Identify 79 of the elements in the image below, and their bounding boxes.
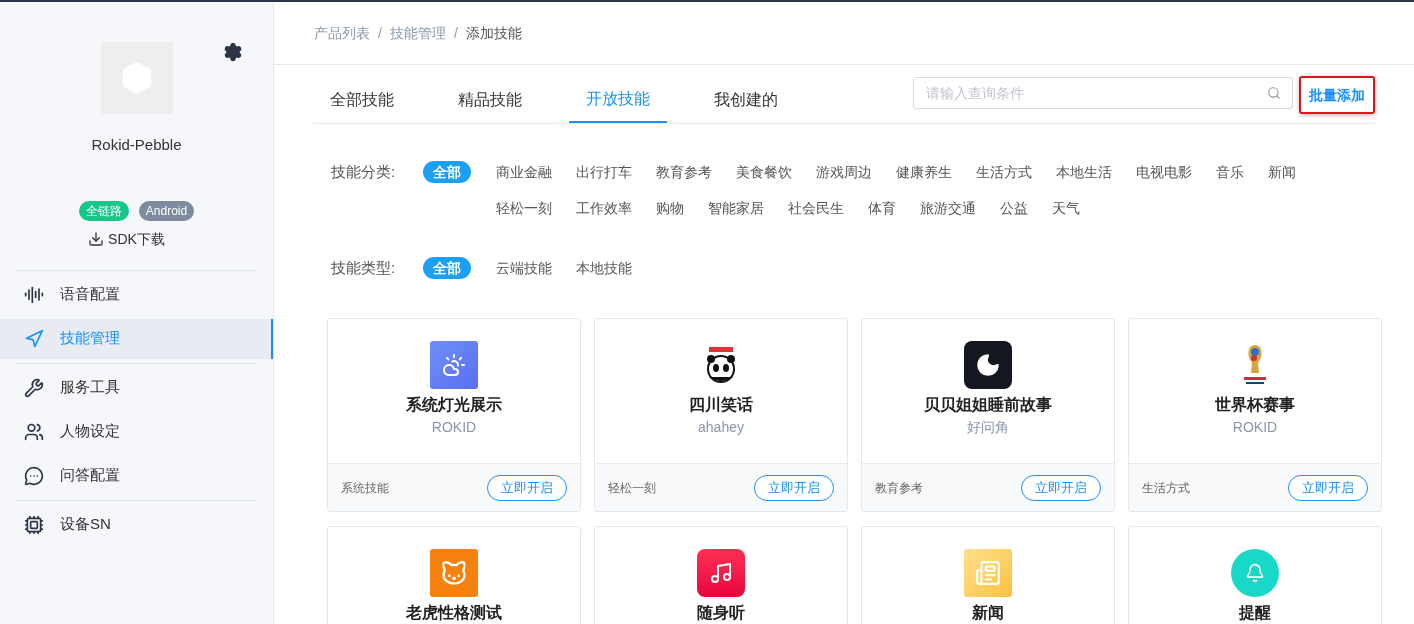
cloud-sun-icon xyxy=(430,341,478,389)
skill-title: 贝贝姐姐睡前故事 xyxy=(924,395,1052,415)
filter-label: 技能分类: xyxy=(331,162,397,182)
filter-option[interactable]: 购物 xyxy=(646,197,694,219)
sidebar-nav-item[interactable]: 设备SN xyxy=(0,504,273,545)
skill-title: 世界杯赛事 xyxy=(1215,395,1295,415)
skill-category: 生活方式 xyxy=(1142,479,1190,497)
skill-category: 教育参考 xyxy=(875,479,923,497)
music-note-icon xyxy=(697,549,745,597)
search-field[interactable]: 请输入查询条件 xyxy=(913,77,1293,109)
tab[interactable]: 我创建的 xyxy=(697,77,795,123)
skill-title: 新闻 xyxy=(972,603,1004,623)
skill-card[interactable]: 四川笑话 ahahey 轻松一刻 立即开启 xyxy=(594,318,848,512)
filter-option[interactable]: 新闻 xyxy=(1258,161,1306,183)
people-icon xyxy=(24,421,44,442)
product-name: Rokid-Pebble xyxy=(91,135,182,155)
skill-title: 随身听 xyxy=(697,603,745,623)
skill-title: 四川笑话 xyxy=(689,395,753,415)
skill-card[interactable]: 贝贝姐姐睡前故事 好问角 教育参考 立即开启 xyxy=(861,318,1115,512)
tab[interactable]: 全部技能 xyxy=(313,77,411,123)
skill-category: 系统技能 xyxy=(341,479,389,497)
skill-card[interactable]: 随身听 xyxy=(594,526,848,624)
skill-title: 提醒 xyxy=(1239,603,1271,623)
filter-option[interactable]: 公益 xyxy=(990,197,1038,219)
filter-option[interactable]: 本地生活 xyxy=(1046,161,1122,183)
tab[interactable]: 精品技能 xyxy=(441,77,539,123)
bell-icon xyxy=(1231,549,1279,597)
sidebar-nav-item[interactable]: 语音配置 xyxy=(0,274,273,315)
skill-card[interactable]: 系统灯光展示 ROKID 系统技能 立即开启 xyxy=(327,318,581,512)
platform-badge: 全链路 xyxy=(78,200,129,221)
skill-card[interactable]: 新闻 xyxy=(861,526,1115,624)
skill-category: 轻松一刻 xyxy=(608,479,656,497)
filter-option[interactable]: 社会民生 xyxy=(778,197,854,219)
filter-option[interactable]: 旅游交通 xyxy=(910,197,986,219)
settings-icon[interactable] xyxy=(223,42,243,62)
waveform-icon xyxy=(24,284,44,305)
skill-card[interactable]: 老虎性格测试 xyxy=(327,526,581,624)
chip-icon xyxy=(24,514,44,535)
download-icon xyxy=(88,231,105,247)
filter-option[interactable]: 本地技能 xyxy=(566,257,642,279)
search-icon xyxy=(1267,86,1281,100)
newspaper-icon xyxy=(964,549,1012,597)
filter-option[interactable]: 云端技能 xyxy=(486,257,562,279)
breadcrumb-separator: / xyxy=(453,23,458,43)
filter-option[interactable]: 健康养生 xyxy=(886,161,962,183)
breadcrumb-item: 添加技能 xyxy=(465,23,522,43)
filter-option[interactable]: 工作效率 xyxy=(566,197,642,219)
filter-option[interactable]: 天气 xyxy=(1042,197,1090,219)
filter-option[interactable]: 音乐 xyxy=(1206,161,1254,183)
skill-title: 老虎性格测试 xyxy=(406,603,502,623)
filter-option[interactable]: 智能家居 xyxy=(698,197,774,219)
breadcrumb-separator: / xyxy=(378,23,382,43)
filter-option[interactable]: 体育 xyxy=(858,197,906,219)
filter-option[interactable]: 轻松一刻 xyxy=(486,197,562,219)
sdk-download-link[interactable]: SDK下载 xyxy=(88,228,165,250)
skill-author: 好问角 xyxy=(967,418,1009,437)
skill-card[interactable]: 世界杯赛事 ROKID 生活方式 立即开启 xyxy=(1128,318,1382,512)
sidebar-nav-item[interactable]: 服务工具 xyxy=(0,367,273,408)
moon-icon xyxy=(964,341,1012,389)
filter-option[interactable]: 出行打车 xyxy=(566,161,642,183)
trophy-icon xyxy=(1242,343,1268,387)
skill-author: ahahey xyxy=(698,418,744,437)
filter-option[interactable]: 教育参考 xyxy=(646,161,722,183)
filter-option[interactable]: 生活方式 xyxy=(966,161,1042,183)
sidebar-nav-item[interactable]: 人物设定 xyxy=(0,411,273,452)
filter-option[interactable]: 美食餐饮 xyxy=(726,161,802,183)
filter-option[interactable]: 电视电影 xyxy=(1126,161,1202,183)
platform-badge: Android xyxy=(138,200,195,221)
sidebar-nav-item[interactable]: 问答配置 xyxy=(0,455,273,496)
filter-label: 技能类型: xyxy=(331,258,397,278)
navigation-icon xyxy=(24,328,44,349)
chat-bubble-icon xyxy=(24,465,44,486)
filter-option[interactable]: 商业金融 xyxy=(486,161,562,183)
skill-author: ROKID xyxy=(431,418,477,437)
wrench-icon xyxy=(24,377,44,398)
skill-card[interactable]: 提醒 xyxy=(1128,526,1382,624)
filter-option[interactable]: 游戏周边 xyxy=(806,161,882,183)
skill-author: ROKID xyxy=(1232,418,1278,437)
skill-title: 系统灯光展示 xyxy=(406,395,502,415)
